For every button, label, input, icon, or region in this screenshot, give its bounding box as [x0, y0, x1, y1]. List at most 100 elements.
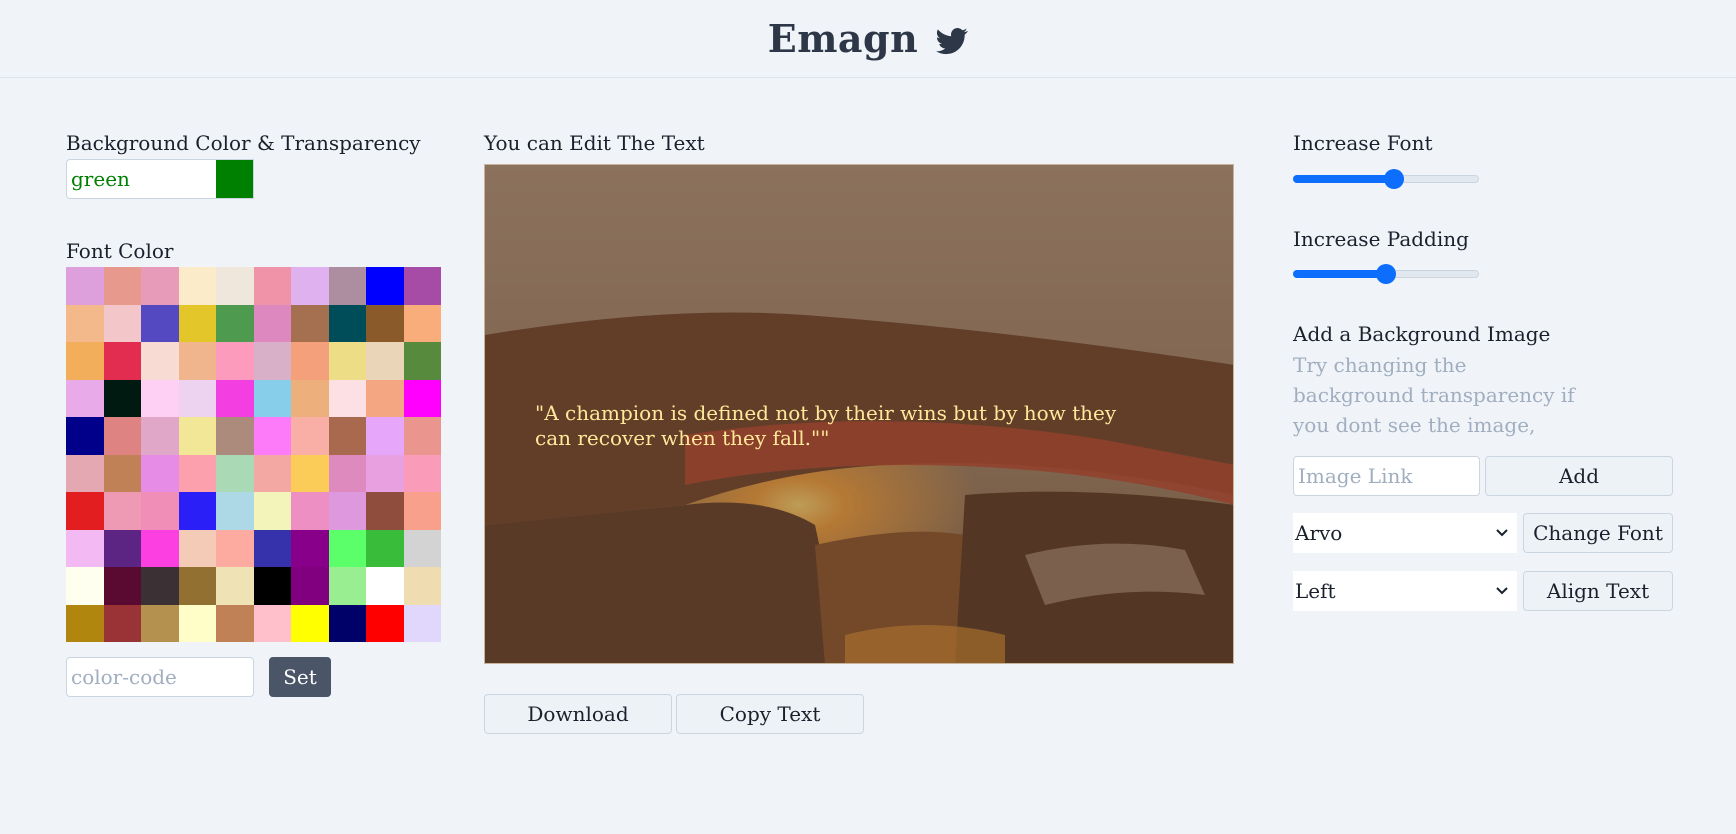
palette-swatch[interactable] — [253, 304, 291, 342]
quote-text[interactable]: "A champion is defined not by their wins… — [535, 401, 1155, 451]
palette-swatch[interactable] — [253, 567, 291, 605]
palette-swatch[interactable] — [291, 417, 329, 455]
palette-swatch[interactable] — [66, 492, 104, 530]
palette-swatch[interactable] — [103, 492, 141, 530]
color-code-input[interactable] — [66, 657, 254, 697]
palette-swatch[interactable] — [366, 379, 404, 417]
palette-swatch[interactable] — [366, 417, 404, 455]
font-size-slider[interactable] — [1293, 169, 1479, 189]
palette-swatch[interactable] — [291, 379, 329, 417]
palette-swatch[interactable] — [366, 492, 404, 530]
palette-swatch[interactable] — [403, 567, 441, 605]
palette-swatch[interactable] — [403, 379, 441, 417]
copy-text-button[interactable]: Copy Text — [676, 694, 864, 734]
palette-swatch[interactable] — [66, 267, 104, 305]
palette-swatch[interactable] — [403, 454, 441, 492]
bg-color-swatch[interactable] — [216, 159, 254, 199]
palette-swatch[interactable] — [141, 342, 179, 380]
palette-swatch[interactable] — [328, 604, 366, 642]
palette-swatch[interactable] — [141, 604, 179, 642]
palette-swatch[interactable] — [328, 379, 366, 417]
palette-swatch[interactable] — [141, 417, 179, 455]
palette-swatch[interactable] — [178, 604, 216, 642]
palette-swatch[interactable] — [403, 417, 441, 455]
palette-swatch[interactable] — [103, 567, 141, 605]
set-color-button[interactable]: Set — [269, 657, 331, 697]
align-select[interactable]: Left — [1293, 571, 1517, 611]
palette-swatch[interactable] — [253, 454, 291, 492]
palette-swatch[interactable] — [253, 267, 291, 305]
palette-swatch[interactable] — [216, 454, 254, 492]
palette-swatch[interactable] — [103, 342, 141, 380]
palette-swatch[interactable] — [328, 454, 366, 492]
palette-swatch[interactable] — [366, 529, 404, 567]
palette-swatch[interactable] — [328, 342, 366, 380]
palette-swatch[interactable] — [103, 379, 141, 417]
bg-color-input[interactable] — [66, 159, 216, 199]
font-select[interactable]: Arvo — [1293, 513, 1517, 553]
palette-swatch[interactable] — [141, 304, 179, 342]
padding-slider[interactable] — [1293, 264, 1479, 284]
palette-swatch[interactable] — [328, 492, 366, 530]
palette-swatch[interactable] — [366, 454, 404, 492]
palette-swatch[interactable] — [253, 342, 291, 380]
palette-swatch[interactable] — [141, 267, 179, 305]
change-font-button[interactable]: Change Font — [1523, 513, 1673, 553]
palette-swatch[interactable] — [366, 267, 404, 305]
palette-swatch[interactable] — [403, 604, 441, 642]
palette-swatch[interactable] — [328, 417, 366, 455]
palette-swatch[interactable] — [141, 529, 179, 567]
palette-swatch[interactable] — [178, 529, 216, 567]
palette-swatch[interactable] — [178, 454, 216, 492]
palette-swatch[interactable] — [403, 267, 441, 305]
palette-swatch[interactable] — [291, 342, 329, 380]
palette-swatch[interactable] — [178, 567, 216, 605]
palette-swatch[interactable] — [291, 267, 329, 305]
palette-swatch[interactable] — [366, 342, 404, 380]
palette-swatch[interactable] — [178, 379, 216, 417]
palette-swatch[interactable] — [253, 492, 291, 530]
palette-swatch[interactable] — [328, 567, 366, 605]
palette-swatch[interactable] — [66, 567, 104, 605]
palette-swatch[interactable] — [253, 417, 291, 455]
palette-swatch[interactable] — [141, 379, 179, 417]
palette-swatch[interactable] — [253, 529, 291, 567]
palette-swatch[interactable] — [66, 529, 104, 567]
palette-swatch[interactable] — [216, 529, 254, 567]
palette-swatch[interactable] — [403, 529, 441, 567]
palette-swatch[interactable] — [291, 567, 329, 605]
palette-swatch[interactable] — [178, 267, 216, 305]
palette-swatch[interactable] — [216, 417, 254, 455]
palette-swatch[interactable] — [103, 417, 141, 455]
palette-swatch[interactable] — [216, 492, 254, 530]
add-image-button[interactable]: Add — [1485, 456, 1673, 496]
palette-swatch[interactable] — [103, 304, 141, 342]
palette-swatch[interactable] — [328, 267, 366, 305]
palette-swatch[interactable] — [66, 417, 104, 455]
palette-swatch[interactable] — [291, 454, 329, 492]
palette-swatch[interactable] — [253, 604, 291, 642]
align-text-button[interactable]: Align Text — [1523, 571, 1673, 611]
palette-swatch[interactable] — [328, 304, 366, 342]
palette-swatch[interactable] — [291, 492, 329, 530]
palette-swatch[interactable] — [366, 604, 404, 642]
twitter-icon[interactable] — [936, 25, 969, 57]
palette-swatch[interactable] — [103, 454, 141, 492]
palette-swatch[interactable] — [141, 567, 179, 605]
palette-swatch[interactable] — [366, 304, 404, 342]
font-size-slider-thumb[interactable] — [1384, 169, 1405, 189]
palette-swatch[interactable] — [66, 342, 104, 380]
palette-swatch[interactable] — [66, 604, 104, 642]
palette-swatch[interactable] — [291, 604, 329, 642]
palette-swatch[interactable] — [66, 379, 104, 417]
palette-swatch[interactable] — [103, 604, 141, 642]
palette-swatch[interactable] — [178, 304, 216, 342]
palette-swatch[interactable] — [216, 379, 254, 417]
palette-swatch[interactable] — [291, 304, 329, 342]
palette-swatch[interactable] — [178, 417, 216, 455]
palette-swatch[interactable] — [366, 567, 404, 605]
palette-swatch[interactable] — [141, 492, 179, 530]
palette-swatch[interactable] — [291, 529, 329, 567]
palette-swatch[interactable] — [66, 454, 104, 492]
palette-swatch[interactable] — [403, 342, 441, 380]
